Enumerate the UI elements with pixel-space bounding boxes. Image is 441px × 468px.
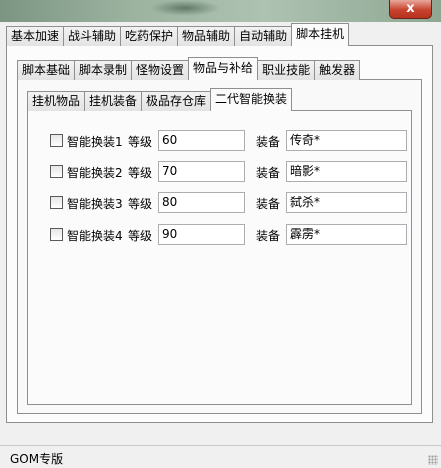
level-label: 等级 (128, 197, 153, 211)
tab-script-record[interactable]: 脚本录制 (74, 60, 133, 80)
tab-combat-assist[interactable]: 战斗辅助 (63, 26, 122, 46)
equip-input-3[interactable]: 弑杀* (286, 192, 407, 213)
equip-input-1[interactable]: 传奇* (286, 130, 407, 151)
equip-label: 装备 (256, 166, 281, 180)
main-tab-bar: 基本加速 战斗辅助 吃药保护 物品辅助 自动辅助 脚本挂机 (6, 23, 350, 46)
level-input-1[interactable]: 60 (158, 130, 245, 151)
smart-swap-4-label[interactable]: 智能换装4 (67, 227, 123, 244)
level-label: 等级 (128, 229, 153, 243)
tab-potion-protect[interactable]: 吃药保护 (120, 26, 179, 46)
tab-auto-assist[interactable]: 自动辅助 (234, 26, 293, 46)
tab-smart-swap-v2[interactable]: 二代智能换装 (210, 88, 293, 111)
equip-row-1: 智能换装1 等级 60 装备 传奇* (50, 130, 410, 152)
title-icon (150, 0, 220, 16)
inner-tab-panel (27, 110, 412, 405)
sub-tab-bar: 脚本基础 脚本录制 怪物设置 物品与补给 职业技能 触发器 (17, 57, 361, 80)
resize-grip-icon[interactable] (428, 455, 438, 465)
smart-swap-1-checkbox[interactable] (50, 134, 63, 147)
smart-swap-2-label[interactable]: 智能换装2 (67, 164, 123, 181)
level-input-2[interactable]: 70 (158, 161, 245, 182)
status-bar: GOM专版 (0, 445, 441, 468)
tab-afk-items[interactable]: 挂机物品 (27, 91, 86, 111)
tab-monster-settings[interactable]: 怪物设置 (131, 60, 190, 80)
inner-tab-bar: 挂机物品 挂机装备 极品存仓库 二代智能换装 (27, 88, 293, 111)
equip-row-2: 智能换装2 等级 70 装备 暗影* (50, 161, 410, 183)
smart-swap-2-checkbox[interactable] (50, 165, 63, 178)
level-label: 等级 (128, 135, 153, 149)
tab-script-basic[interactable]: 脚本基础 (17, 60, 76, 80)
equip-label: 装备 (256, 229, 281, 243)
equip-input-2[interactable]: 暗影* (286, 161, 407, 182)
smart-swap-4-checkbox[interactable] (50, 228, 63, 241)
smart-swap-3-checkbox[interactable] (50, 196, 63, 209)
close-button[interactable]: x (389, 0, 432, 19)
level-input-3[interactable]: 80 (158, 192, 245, 213)
equip-label: 装备 (256, 197, 281, 211)
tab-script-afk[interactable]: 脚本挂机 (291, 23, 350, 46)
level-label: 等级 (128, 166, 153, 180)
smart-swap-1-label[interactable]: 智能换装1 (67, 133, 123, 150)
level-input-4[interactable]: 90 (158, 224, 245, 245)
tab-class-skills[interactable]: 职业技能 (257, 60, 316, 80)
equip-label: 装备 (256, 135, 281, 149)
app-window: x 基本加速 战斗辅助 吃药保护 物品辅助 自动辅助 脚本挂机 脚本基础 脚本录… (0, 0, 441, 468)
equip-row-4: 智能换装4 等级 90 装备 霹雳* (50, 224, 410, 246)
tab-basic-speed[interactable]: 基本加速 (6, 26, 65, 46)
title-bar[interactable]: x (0, 0, 441, 22)
smart-swap-3-label[interactable]: 智能换装3 (67, 195, 123, 212)
tab-item-assist[interactable]: 物品辅助 (177, 26, 236, 46)
equip-row-3: 智能换装3 等级 80 装备 弑杀* (50, 192, 410, 214)
equip-input-4[interactable]: 霹雳* (286, 224, 407, 245)
tab-rare-storage[interactable]: 极品存仓库 (141, 91, 212, 111)
tab-afk-equipment[interactable]: 挂机装备 (84, 91, 143, 111)
tab-items-supplies[interactable]: 物品与补给 (188, 57, 259, 80)
tab-triggers[interactable]: 触发器 (314, 60, 361, 80)
status-text: GOM专版 (10, 452, 64, 466)
